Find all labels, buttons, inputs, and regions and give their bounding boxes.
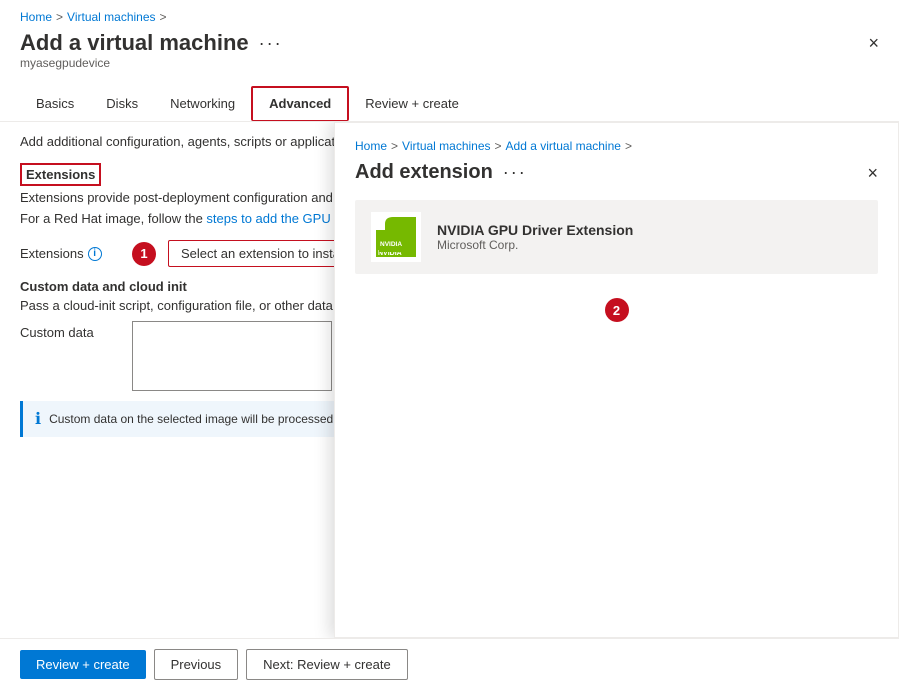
content-area: Add additional configuration, agents, sc… — [0, 122, 899, 638]
svg-text:NVIDIA: NVIDIA — [380, 241, 402, 248]
previous-button[interactable]: Previous — [154, 649, 239, 680]
extension-info: NVIDIA GPU Driver Extension Microsoft Co… — [437, 222, 633, 252]
overlay-panel: Home > Virtual machines > Add a virtual … — [334, 122, 899, 638]
breadcrumb-home[interactable]: Home — [20, 10, 52, 24]
overlay-breadcrumb: Home > Virtual machines > Add a virtual … — [355, 139, 878, 153]
extension-company: Microsoft Corp. — [437, 238, 633, 252]
main-container: Home > Virtual machines > Add a virtual … — [0, 0, 899, 690]
select-extension-button[interactable]: Select an extension to install — [168, 240, 359, 267]
page-subtitle: myasegpudevice — [0, 56, 899, 70]
tab-bar: Basics Disks Networking Advanced Review … — [0, 76, 899, 122]
nvidia-logo: NVIDIA NVIDIA — [371, 212, 421, 262]
overlay-title: Add extension — [355, 161, 493, 184]
extensions-info-icon[interactable]: i — [88, 247, 102, 261]
info-banner-icon: ℹ — [35, 409, 41, 429]
overlay-close-btn[interactable]: × — [867, 164, 878, 182]
extension-list-item[interactable]: NVIDIA NVIDIA NVIDIA GPU Driver Extensio… — [355, 200, 878, 274]
extensions-label: Extensions — [20, 163, 101, 186]
tab-advanced[interactable]: Advanced — [251, 86, 349, 121]
header-ellipsis-btn[interactable]: ··· — [259, 33, 283, 54]
overlay-bc-add-vm[interactable]: Add a virtual machine — [506, 139, 621, 153]
breadcrumb-vms[interactable]: Virtual machines — [67, 10, 156, 24]
extensions-form-label: Extensions i — [20, 246, 120, 261]
overlay-header: Add extension ··· × — [355, 161, 878, 184]
badge-2: 2 — [605, 298, 629, 322]
review-create-button[interactable]: Review + create — [20, 650, 146, 679]
page-header: Add a virtual machine ··· × — [0, 28, 899, 56]
tab-networking[interactable]: Networking — [154, 86, 251, 121]
badge-1: 1 — [132, 242, 156, 266]
tab-basics[interactable]: Basics — [20, 86, 90, 121]
next-button[interactable]: Next: Review + create — [246, 649, 408, 680]
footer: Review + create Previous Next: Review + … — [0, 638, 899, 690]
breadcrumb: Home > Virtual machines > — [0, 0, 899, 28]
tab-disks[interactable]: Disks — [90, 86, 154, 121]
overlay-bc-vms[interactable]: Virtual machines — [402, 139, 491, 153]
custom-data-label: Custom data — [20, 321, 120, 340]
close-button[interactable]: × — [868, 34, 879, 52]
page-title: Add a virtual machine — [20, 30, 249, 56]
overlay-ellipsis-btn[interactable]: ··· — [503, 162, 527, 183]
tab-review-create[interactable]: Review + create — [349, 86, 475, 121]
custom-data-textarea[interactable] — [132, 321, 332, 391]
overlay-bc-home[interactable]: Home — [355, 139, 387, 153]
extension-name: NVIDIA GPU Driver Extension — [437, 222, 633, 238]
